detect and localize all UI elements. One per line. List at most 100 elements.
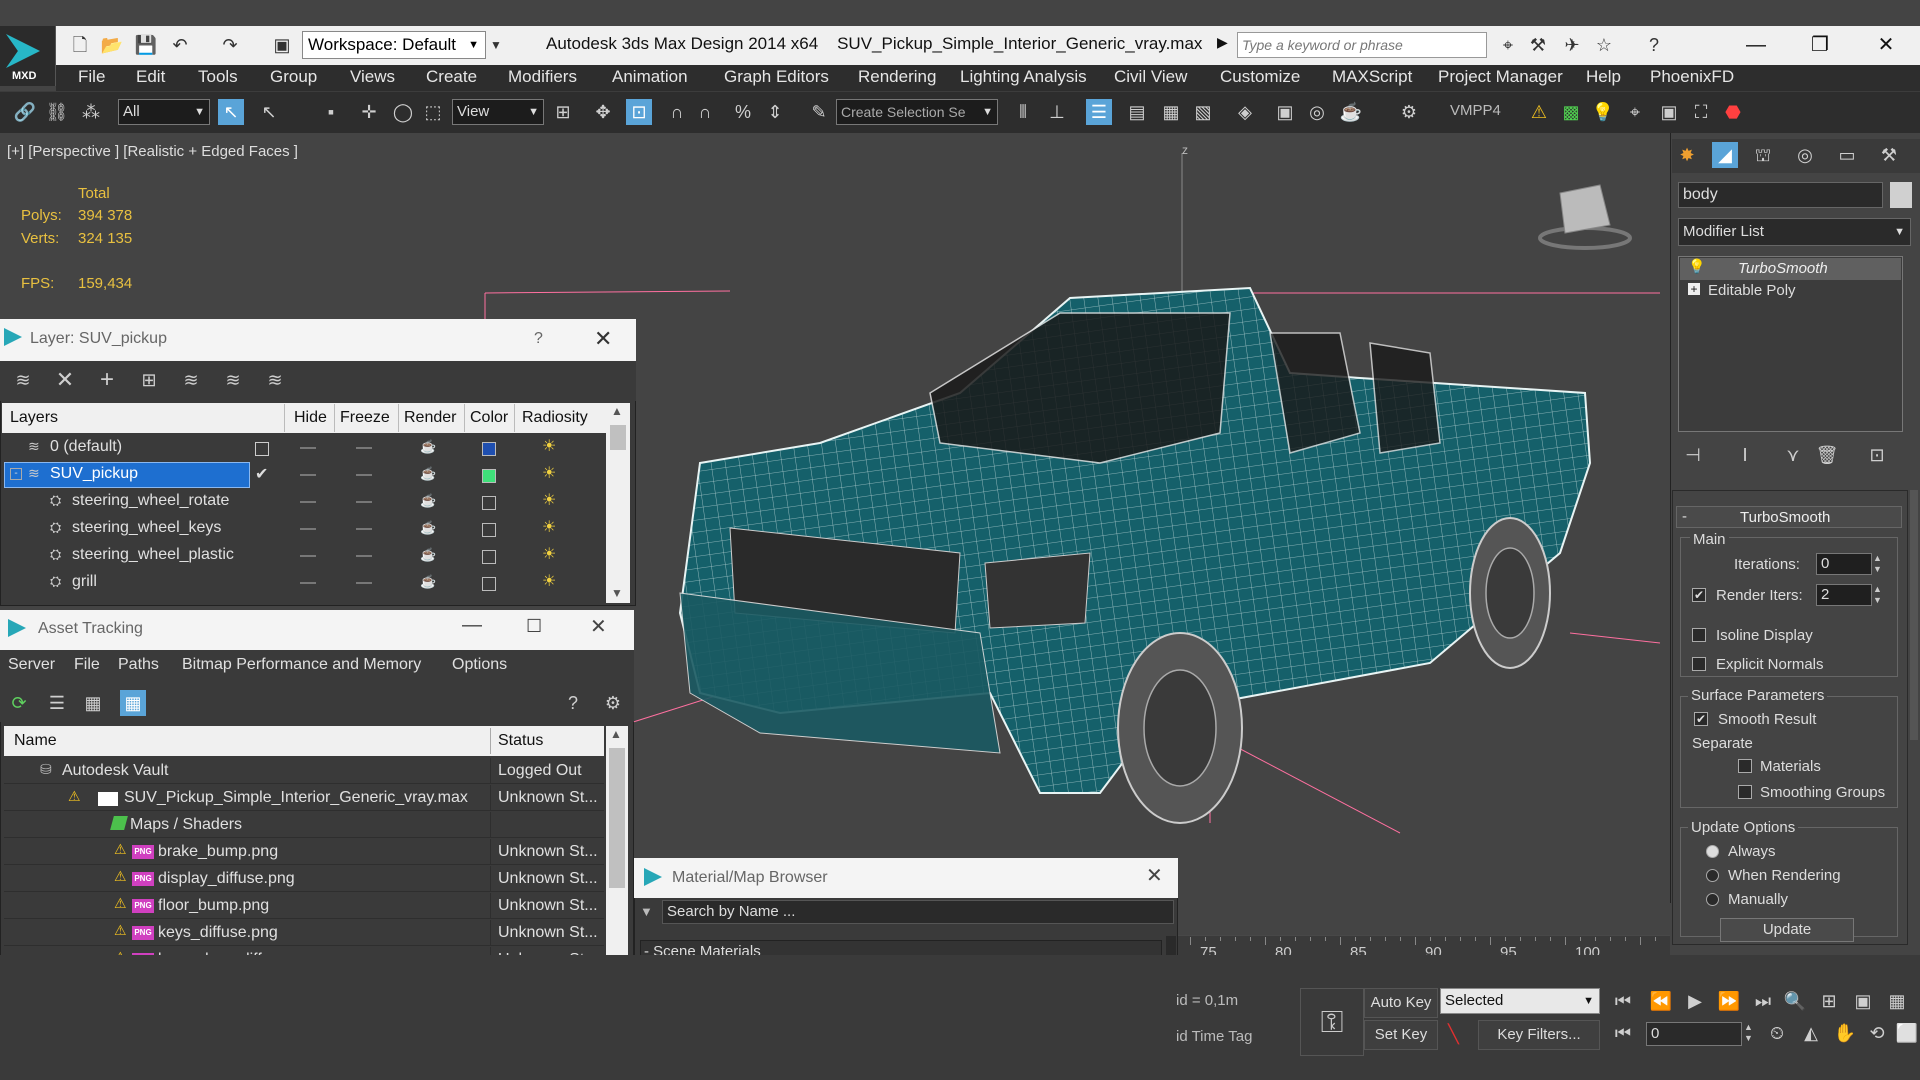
grid-snap-icon[interactable]: ⌖ xyxy=(1622,99,1648,125)
options-icon[interactable]: ⚙ xyxy=(600,690,626,716)
snaps-toggle-icon[interactable]: ∩ xyxy=(664,99,690,125)
rollout-collapse-icon[interactable]: - xyxy=(1682,508,1687,525)
layer-color-swatch[interactable] xyxy=(482,577,496,591)
spinner-arrows-icon[interactable]: ▲ ▼ xyxy=(1873,584,1882,606)
layer-row-1[interactable]: SUV_pickup xyxy=(50,465,138,483)
pan-hand-icon[interactable]: ✋ xyxy=(1832,1020,1858,1046)
key-mode-dropdown[interactable]: Selected ▼ xyxy=(1440,988,1600,1014)
asset-menu-options[interactable]: Options xyxy=(452,656,507,674)
radiosity-sun-icon[interactable]: ☀ xyxy=(542,490,556,510)
asset-menu-server[interactable]: Server xyxy=(8,656,55,674)
open-folder-icon[interactable]: 📂 xyxy=(100,33,124,57)
hide-toggle[interactable] xyxy=(300,501,316,503)
close-icon[interactable]: ✕ xyxy=(590,614,607,639)
orbit-icon[interactable]: ⟲ xyxy=(1864,1020,1890,1046)
options-menu-icon[interactable]: ▼ xyxy=(640,904,653,919)
list-view-icon[interactable]: ☰ xyxy=(44,690,70,716)
light-bulb-icon[interactable]: 💡 xyxy=(1688,258,1705,275)
materials-checkbox[interactable] xyxy=(1738,759,1752,773)
render-teapot-icon[interactable]: ☕ xyxy=(420,520,436,536)
vray-camera-icon[interactable]: ⛶ xyxy=(1688,99,1714,125)
key-filters-button[interactable]: Key Filters... xyxy=(1478,1020,1600,1050)
show-end-result-icon[interactable]: Ⅰ xyxy=(1732,442,1758,468)
play-search-icon[interactable]: ▶ xyxy=(1217,34,1228,51)
favorites-star-icon[interactable]: ☆ xyxy=(1592,33,1616,57)
thumbnail-view-icon[interactable]: ▦ xyxy=(80,690,106,716)
zoom-icon[interactable]: 🔍 xyxy=(1782,988,1808,1014)
zoom-extents-all-icon[interactable]: ▦ xyxy=(1884,988,1910,1014)
spinner-snap-icon[interactable]: ⇕ xyxy=(762,99,788,125)
render-setup-icon[interactable]: ▣ xyxy=(1272,99,1298,125)
time-configuration-icon[interactable]: ⏲ xyxy=(1764,1020,1790,1046)
undo-icon[interactable]: ↶ xyxy=(168,33,192,57)
reference-coordinate-dropdown[interactable]: View ▼ xyxy=(452,99,544,125)
when-rendering-radio[interactable] xyxy=(1706,869,1719,882)
render-iters-spinner[interactable]: 2 xyxy=(1816,584,1872,606)
workspace-dropdown[interactable]: Workspace: Default ▼ xyxy=(302,31,486,59)
menu-item-lighting-analysis[interactable]: Lighting Analysis xyxy=(960,67,1087,87)
keyboard-shortcut-override-icon[interactable]: ⊡ xyxy=(626,99,652,125)
layers-stack-icon[interactable]: ≋ xyxy=(10,367,36,393)
help-icon[interactable]: ? xyxy=(560,690,586,716)
add-layer-icon[interactable]: + xyxy=(94,367,120,393)
unlink-icon[interactable]: ⛓ xyxy=(44,99,70,125)
iterations-spinner[interactable]: 0 xyxy=(1816,553,1872,575)
hide-toggle[interactable] xyxy=(300,555,316,557)
tools-icon[interactable]: ⚒ xyxy=(1526,33,1550,57)
always-radio[interactable] xyxy=(1706,845,1719,858)
add-to-layer-icon[interactable]: ⊞ xyxy=(136,367,162,393)
asset-column-name[interactable]: Name xyxy=(14,732,57,750)
select-manipulate-icon[interactable]: ✥ xyxy=(590,99,616,125)
select-by-name-icon[interactable]: ↖ xyxy=(256,99,282,125)
layer-row-3[interactable]: steering_wheel_keys xyxy=(72,519,221,537)
previous-frame-icon[interactable]: ⏪ xyxy=(1648,988,1674,1014)
redo-icon[interactable]: ↷ xyxy=(218,33,242,57)
freeze-toggle[interactable] xyxy=(356,582,372,584)
refresh-icon[interactable]: ⟳ xyxy=(6,690,32,716)
hide-toggle[interactable] xyxy=(300,474,316,476)
menu-item-create[interactable]: Create xyxy=(426,67,477,87)
minimize-icon[interactable]: — xyxy=(1726,30,1786,60)
spinner-arrows-icon[interactable]: ▲ ▼ xyxy=(1744,1022,1753,1044)
chevron-down-icon[interactable]: ▼ xyxy=(611,586,623,600)
percent-snap-icon[interactable]: % xyxy=(730,99,756,125)
menu-item-phoenixfd[interactable]: PhoenixFD xyxy=(1650,67,1734,87)
material-search-input[interactable]: Search by Name ... xyxy=(662,900,1174,924)
render-teapot-icon[interactable]: ☕ xyxy=(420,547,436,563)
go-to-end-icon[interactable]: ⏭ xyxy=(1750,988,1776,1014)
layer-color-swatch[interactable] xyxy=(482,523,496,537)
radiosity-sun-icon[interactable]: ☀ xyxy=(542,544,556,564)
asset-column-status[interactable]: Status xyxy=(498,732,543,750)
make-unique-icon[interactable]: ⋎ xyxy=(1780,442,1806,468)
chevron-up-icon[interactable]: ▲ xyxy=(611,404,623,418)
play-icon[interactable]: ▶ xyxy=(1682,988,1708,1014)
freeze-toggle[interactable] xyxy=(356,501,372,503)
vmpp-label[interactable]: VMPP4 xyxy=(1450,102,1501,119)
render-teapot-icon[interactable]: ☕ xyxy=(420,466,436,482)
layer-row-5[interactable]: grill xyxy=(72,573,97,591)
key-mode-toggle-icon[interactable]: ⏮ xyxy=(1610,1020,1636,1046)
viewport-label[interactable]: [+] [Perspective ] [Realistic + Edged Fa… xyxy=(7,143,298,160)
asset-row[interactable] xyxy=(4,812,604,838)
menu-item-rendering[interactable]: Rendering xyxy=(858,67,936,87)
render-production-icon[interactable]: ☕ xyxy=(1338,99,1364,125)
radiosity-sun-icon[interactable]: ☀ xyxy=(542,436,556,456)
motion-tab-icon[interactable]: ◎ xyxy=(1792,142,1818,168)
current-frame-field[interactable]: 0 xyxy=(1646,1022,1742,1046)
smoothing-groups-checkbox[interactable] xyxy=(1738,785,1752,799)
warning-icon[interactable]: ⚠ xyxy=(1526,99,1552,125)
render-teapot-icon[interactable]: ☕ xyxy=(420,439,436,455)
restore-icon[interactable]: ❐ xyxy=(1790,30,1850,60)
layer-row-0[interactable]: 0 (default) xyxy=(50,438,122,456)
menu-item-civil-view[interactable]: Civil View xyxy=(1114,67,1187,87)
current-layer-icon[interactable] xyxy=(255,442,269,456)
set-key-button[interactable]: Set Key xyxy=(1364,1020,1438,1050)
layer-color-swatch[interactable] xyxy=(482,496,496,510)
restore-icon[interactable]: ☐ xyxy=(526,616,542,637)
layer-column-layers[interactable]: Layers xyxy=(10,409,58,427)
table-view-icon[interactable]: ▦ xyxy=(120,690,146,716)
isoline-display-checkbox[interactable] xyxy=(1692,628,1706,642)
delete-layer-icon[interactable]: ✕ xyxy=(52,367,78,393)
go-to-start-icon[interactable]: ⏮ xyxy=(1610,988,1636,1014)
field-of-view-icon[interactable]: ◭ xyxy=(1798,1020,1824,1046)
